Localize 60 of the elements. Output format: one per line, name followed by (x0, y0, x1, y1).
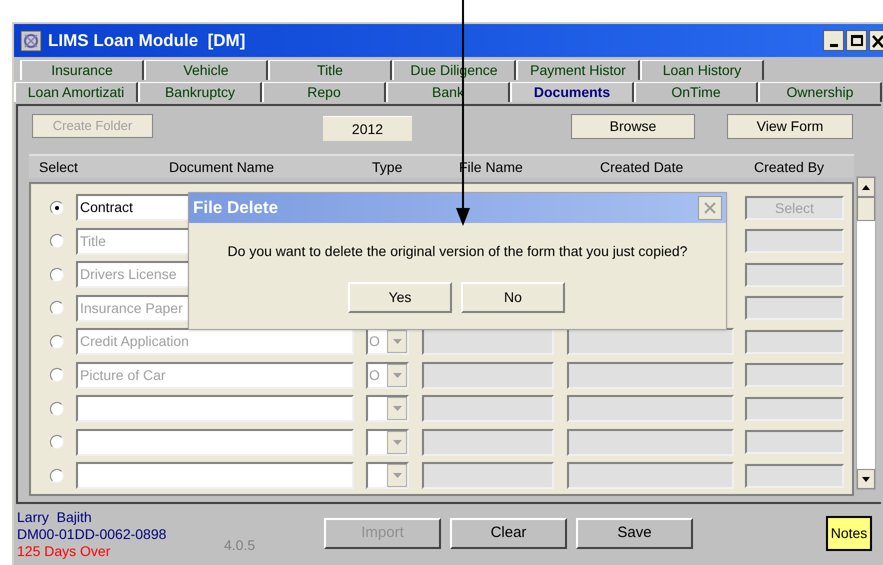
radio-button[interactable] (50, 402, 64, 416)
column-header: Document Name (169, 158, 274, 177)
column-header: Type (372, 158, 402, 177)
close-button[interactable] (869, 30, 883, 51)
tab[interactable]: Vehicle (144, 60, 268, 80)
column-header: Select (39, 158, 78, 177)
type-dropdown[interactable] (366, 428, 409, 456)
radio-button[interactable] (50, 435, 64, 449)
notes-button[interactable]: Notes (826, 516, 872, 551)
column-header: Created Date (600, 158, 684, 177)
footer-button[interactable]: Clear (450, 518, 567, 549)
document-name-field[interactable] (76, 395, 354, 422)
scroll-down-button[interactable] (857, 469, 875, 489)
scroll-thumb[interactable] (857, 197, 875, 221)
dropdown-arrow-icon (392, 406, 402, 411)
close-icon (704, 202, 716, 214)
document-name-field[interactable] (76, 462, 354, 489)
tab[interactable]: Ownership (758, 82, 882, 102)
loan-id: DM00-01DD-0062-0898 (17, 526, 166, 543)
tab[interactable]: Bank (386, 82, 510, 102)
type-dropdown[interactable] (366, 395, 409, 422)
type-dropdown[interactable] (366, 462, 409, 489)
year-field: 2012 (323, 116, 412, 141)
version-label: 4.0.5 (224, 536, 256, 555)
tab[interactable]: OnTime (634, 82, 758, 102)
tab[interactable]: Loan Amortizati (14, 82, 138, 102)
browse-button[interactable]: Browse (571, 114, 695, 139)
dropdown-arrow-icon (392, 339, 402, 344)
window-title: LIMS Loan Module [DM] (48, 30, 246, 52)
tab[interactable]: Bankruptcy (138, 82, 262, 102)
tab[interactable]: Payment Histor (516, 60, 640, 80)
dialog-title: File Delete (193, 197, 278, 220)
app-icon (20, 30, 42, 52)
tab[interactable]: Repo (262, 82, 386, 102)
view-form-button[interactable]: View Form (727, 114, 853, 139)
column-header: Created By (754, 158, 824, 177)
tab[interactable]: Title (268, 60, 392, 80)
scroll-up-button[interactable] (857, 177, 875, 197)
dialog-button[interactable]: Yes (348, 282, 452, 313)
footer-button[interactable]: Save (576, 518, 693, 549)
document-name-field[interactable] (76, 428, 354, 456)
up-arrow-icon (862, 184, 870, 190)
overdue-status: 125 Days Over (17, 543, 110, 560)
dialog-button[interactable]: No (461, 282, 565, 313)
minimize-button[interactable] (823, 30, 844, 51)
down-arrow-icon (862, 476, 870, 482)
dialog-message: Do you want to delete the original version of the form that you just copied? (226, 242, 688, 261)
dropdown-arrow-icon (392, 372, 402, 378)
dropdown-arrow-icon (392, 473, 402, 478)
tab[interactable]: Insurance (20, 60, 144, 80)
radio-button[interactable] (50, 200, 64, 214)
type-value: O (368, 366, 381, 384)
tab[interactable]: Documents (510, 82, 634, 102)
type-value: O (368, 332, 381, 351)
scrollbar[interactable] (856, 176, 876, 490)
maximize-button[interactable] (846, 30, 867, 51)
user-name: Larry Bajith (17, 509, 92, 526)
radio-button[interactable] (50, 468, 64, 482)
dropdown-arrow-icon (392, 440, 402, 444)
tab[interactable]: Loan History (640, 60, 764, 80)
